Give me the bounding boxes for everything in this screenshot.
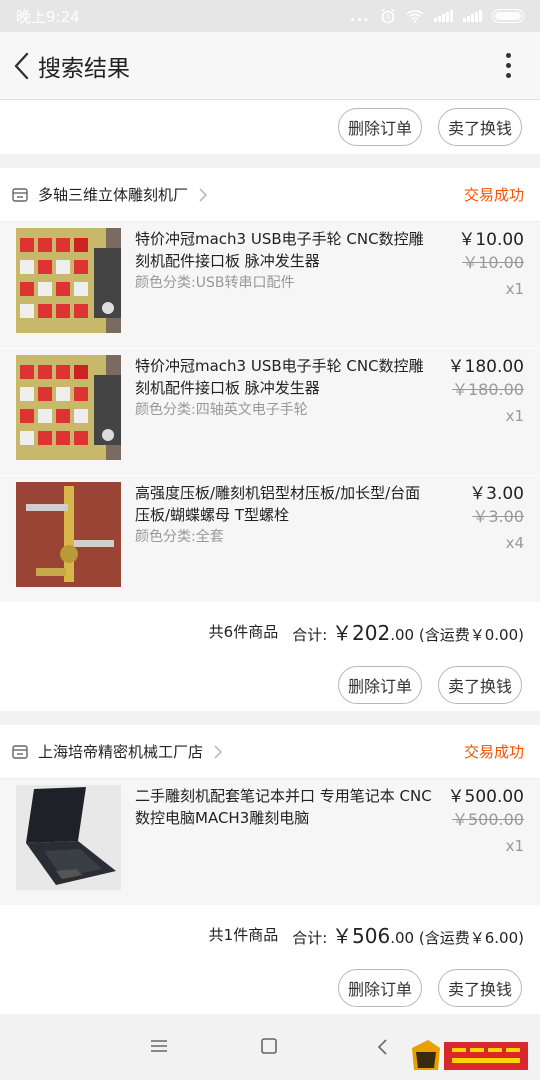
signal-1-icon: [434, 10, 453, 22]
order-card[interactable]: 多轴三维立体雕刻机厂 交易成功 特价冲冠mach3 USB电子手轮 CNC数控雕…: [0, 168, 540, 711]
menu-icon[interactable]: [150, 1038, 168, 1054]
back-button[interactable]: [6, 46, 36, 86]
total-amount: ￥202: [332, 620, 391, 645]
order-actions: 删除订单 卖了换钱: [0, 659, 540, 711]
item-count: 共6件商品: [208, 622, 279, 641]
item-price: ￥10.00: [458, 230, 524, 250]
item-variant: 颜色分类:USB转串口配件: [135, 275, 295, 291]
item-details: 二手雕刻机配套笔记本并口 专用笔记本 CNC数控电脑MACH3雕刻电脑: [121, 785, 442, 905]
item-quantity: x4: [505, 534, 524, 552]
page-title: 搜索结果: [38, 55, 130, 82]
item-price-column: ￥500.00 ￥500.00 x1: [442, 785, 524, 905]
delete-order-button[interactable]: 删除订单: [337, 666, 422, 704]
item-quantity: x1: [505, 407, 524, 425]
shipping-fee: (含运费￥6.00): [418, 928, 524, 947]
product-image: [16, 355, 121, 460]
more-menu-button[interactable]: [498, 46, 518, 86]
item-original-price: ￥10.00: [462, 253, 524, 272]
order-actions: 删除订单 卖了换钱: [0, 962, 540, 1014]
item-original-price: ￥3.00: [472, 507, 524, 526]
item-count: 共1件商品: [208, 925, 279, 944]
item-variant: 颜色分类:全套: [135, 529, 224, 545]
chevron-right-icon: [199, 187, 208, 202]
item-price: ￥500.00: [447, 787, 524, 807]
sell-button[interactable]: 卖了换钱: [437, 969, 522, 1007]
shipping-fee: (含运费￥0.00): [418, 625, 524, 644]
shop-icon: [12, 744, 28, 759]
shop-name: 上海培帝精密机械工厂店: [38, 743, 204, 761]
item-variant: 颜色分类:四轴英文电子手轮: [135, 402, 308, 418]
order-summary: 共6件商品 合计: ￥202.00 (含运费￥0.00): [0, 603, 540, 659]
item-original-price: ￥180.00: [452, 380, 524, 399]
item-title: 高强度压板/雕刻机铝型材压板/加长型/台面压板/蝴蝶螺母 T型螺栓: [135, 484, 421, 524]
shop-icon: [12, 187, 28, 202]
item-quantity: x1: [505, 837, 524, 855]
order-card-previous: 删除订单 卖了换钱: [0, 100, 540, 154]
shop-header[interactable]: 多轴三维立体雕刻机厂 交易成功: [0, 168, 540, 222]
order-summary: 共1件商品 合计: ￥506.00 (含运费￥6.00): [0, 906, 540, 962]
shop-name: 多轴三维立体雕刻机厂: [38, 186, 189, 204]
order-card[interactable]: 上海培帝精密机械工厂店 交易成功 二手雕刻机配套笔记本并口 专用笔记本 CNC数…: [0, 725, 540, 1014]
more-dot: [505, 73, 511, 78]
item-title: 特价冲冠mach3 USB电子手轮 CNC数控雕刻机配件接口板 脉冲发生器: [135, 230, 424, 270]
watermark-logo: [412, 1040, 528, 1070]
more-dot: [505, 53, 511, 58]
battery-icon: [492, 9, 524, 23]
order-item[interactable]: 特价冲冠mach3 USB电子手轮 CNC数控雕刻机配件接口板 脉冲发生器 颜色…: [0, 222, 540, 349]
total-amount: ￥506: [332, 923, 391, 948]
top-app-bar: 搜索结果: [0, 32, 540, 100]
order-list: 删除订单 卖了换钱 多轴三维立体雕刻机厂 交易成功 特价冲冠mach3 USB电…: [0, 100, 540, 1028]
total-block: 合计: ￥506.00 (含运费￥6.00): [292, 920, 524, 949]
alarm-icon: [381, 8, 395, 24]
more-dot: [505, 63, 511, 68]
total-block: 合计: ￥202.00 (含运费￥0.00): [292, 617, 524, 646]
back-nav-icon[interactable]: [376, 1038, 388, 1056]
shop-header[interactable]: 上海培帝精密机械工厂店 交易成功: [0, 725, 540, 779]
total-label: 合计:: [292, 928, 328, 947]
item-details: 特价冲冠mach3 USB电子手轮 CNC数控雕刻机配件接口板 脉冲发生器 颜色…: [121, 355, 442, 475]
item-details: 特价冲冠mach3 USB电子手轮 CNC数控雕刻机配件接口板 脉冲发生器 颜色…: [121, 228, 442, 348]
order-item[interactable]: 二手雕刻机配套笔记本并口 专用笔记本 CNC数控电脑MACH3雕刻电脑 ￥500…: [0, 779, 540, 906]
signal-2-icon: [463, 10, 482, 22]
order-status: 交易成功: [463, 186, 524, 204]
item-details: 高强度压板/雕刻机铝型材压板/加长型/台面压板/蝴蝶螺母 T型螺栓 颜色分类:全…: [121, 482, 442, 602]
status-icons: ...: [350, 7, 524, 25]
order-item[interactable]: 高强度压板/雕刻机铝型材压板/加长型/台面压板/蝴蝶螺母 T型螺栓 颜色分类:全…: [0, 476, 540, 603]
more-notifications-icon: ...: [349, 7, 370, 25]
total-decimal: .00: [390, 625, 415, 644]
total-label: 合计:: [292, 625, 328, 644]
chevron-left-icon: [14, 52, 29, 79]
item-price-column: ￥3.00 ￥3.00 x4: [442, 482, 524, 602]
item-original-price: ￥500.00: [452, 810, 524, 829]
item-title: 特价冲冠mach3 USB电子手轮 CNC数控雕刻机配件接口板 脉冲发生器: [135, 357, 424, 397]
wifi-icon: [406, 10, 424, 23]
sell-button[interactable]: 卖了换钱: [437, 666, 522, 704]
product-image: [16, 228, 121, 333]
delete-order-button[interactable]: 删除订单: [337, 108, 422, 146]
item-title: 二手雕刻机配套笔记本并口 专用笔记本 CNC数控电脑MACH3雕刻电脑: [135, 787, 432, 827]
product-image: [16, 785, 121, 890]
sell-button[interactable]: 卖了换钱: [437, 108, 522, 146]
item-price-column: ￥10.00 ￥10.00 x1: [442, 228, 524, 348]
home-square-icon[interactable]: [261, 1038, 277, 1054]
item-price: ￥3.00: [469, 484, 524, 504]
chevron-right-icon: [214, 744, 223, 759]
status-bar: 晚上9:24 ...: [0, 0, 540, 32]
item-quantity: x1: [505, 280, 524, 298]
delete-order-button[interactable]: 删除订单: [337, 969, 422, 1007]
order-actions: 删除订单 卖了换钱: [0, 100, 540, 154]
total-decimal: .00: [390, 928, 415, 947]
status-time: 晚上9:24: [16, 7, 80, 26]
order-status: 交易成功: [463, 743, 524, 761]
item-price: ￥180.00: [447, 357, 524, 377]
product-image: [16, 482, 121, 587]
item-price-column: ￥180.00 ￥180.00 x1: [442, 355, 524, 475]
order-item[interactable]: 特价冲冠mach3 USB电子手轮 CNC数控雕刻机配件接口板 脉冲发生器 颜色…: [0, 349, 540, 476]
